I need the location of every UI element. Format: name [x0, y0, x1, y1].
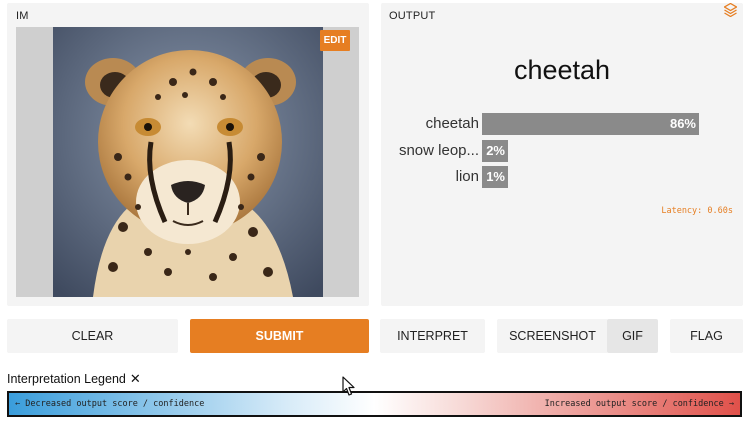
image-input[interactable]: EDIT [16, 27, 359, 297]
confidence-row: cheetah 86% [381, 113, 743, 135]
legend-increased-text: Increased output score / confidence → [544, 399, 734, 409]
output-panel: OUTPUT cheetah cheetah 86% snow leop... … [381, 3, 743, 306]
confidence-label: cheetah [425, 115, 479, 132]
confidence-bar: 86% [482, 113, 699, 135]
interpretation-legend-bar: ← Decreased output score / confidence In… [7, 391, 742, 417]
confidence-row: snow leop... 2% [381, 140, 743, 162]
screenshot-button[interactable]: SCREENSHOT [497, 319, 608, 353]
confidence-label: lion [455, 168, 479, 185]
cheetah-image [53, 27, 323, 297]
legend-title-text: Interpretation Legend [7, 372, 126, 386]
mouse-cursor-icon [342, 376, 355, 396]
submit-button[interactable]: SUBMIT [190, 319, 369, 353]
confidence-label: snow leop... [398, 142, 479, 159]
latency-text: Latency: 0.60s [661, 206, 733, 216]
confidence-row: lion 1% [381, 166, 743, 188]
close-icon[interactable]: ✕ [130, 371, 141, 387]
predicted-label: cheetah [513, 55, 611, 85]
interpret-button[interactable]: INTERPRET [380, 319, 485, 353]
confidence-bar: 2% [482, 140, 508, 162]
output-panel-label: OUTPUT [389, 10, 436, 22]
gif-button[interactable]: GIF [607, 319, 658, 353]
input-panel: IM EDIT [7, 3, 369, 306]
input-panel-label: IM [16, 10, 29, 22]
clear-button[interactable]: CLEAR [7, 319, 178, 353]
interpretation-legend-title: Interpretation Legend ✕ [7, 371, 141, 387]
flag-button[interactable]: FLAG [670, 319, 743, 353]
legend-decreased-text: ← Decreased output score / confidence [15, 399, 205, 409]
confidence-bar: 1% [482, 166, 508, 188]
app-logo-icon [724, 3, 737, 17]
edit-button[interactable]: EDIT [320, 30, 350, 51]
